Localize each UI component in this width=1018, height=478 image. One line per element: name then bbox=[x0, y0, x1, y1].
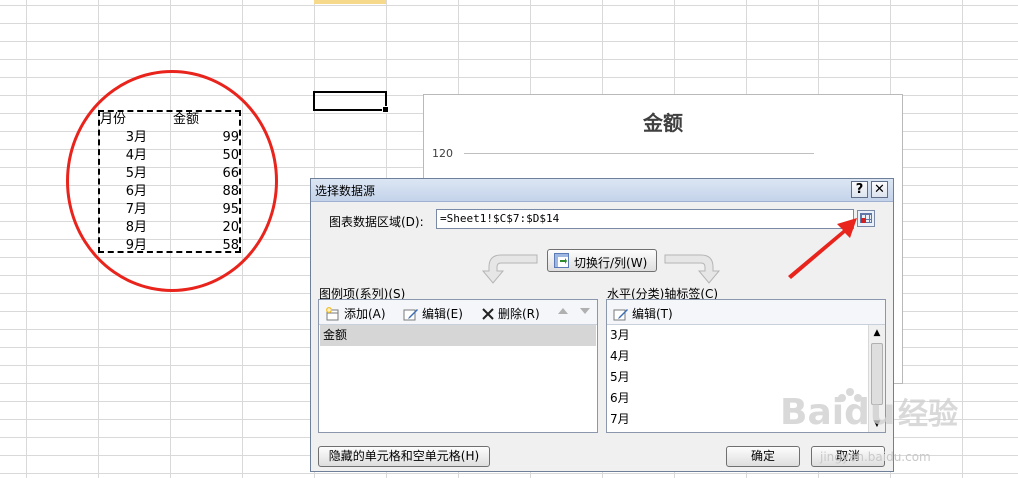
move-up-button[interactable] bbox=[557, 305, 569, 317]
edit-series-label: 编辑(E) bbox=[422, 307, 463, 321]
scroll-up-icon[interactable]: ▲ bbox=[869, 325, 885, 341]
active-cell[interactable] bbox=[313, 91, 389, 113]
edit-axis-labels-button[interactable]: 编辑(T) bbox=[613, 305, 673, 322]
fill-handle[interactable] bbox=[382, 106, 389, 113]
delete-series-label: 删除(R) bbox=[498, 307, 540, 321]
close-button[interactable]: ✕ bbox=[871, 181, 888, 198]
move-down-button[interactable] bbox=[579, 305, 591, 317]
active-column-header[interactable] bbox=[314, 0, 386, 4]
legend-toolbar: 添加(A) 编辑(E) 删除(R) bbox=[319, 300, 597, 325]
watermark-brand: Baidu bbox=[780, 392, 895, 433]
range-picker-marker-icon bbox=[861, 218, 866, 223]
watermark-url: jingyan.baidu.com bbox=[820, 450, 931, 464]
help-button[interactable]: ? bbox=[851, 181, 868, 198]
axis-toolbar: 编辑(T) bbox=[607, 300, 885, 325]
switch-row-column-icon bbox=[554, 253, 569, 268]
list-item[interactable]: 3月 bbox=[610, 325, 630, 346]
list-item[interactable]: 5月 bbox=[610, 367, 630, 388]
hidden-empty-cells-button[interactable]: 隐藏的单元格和空单元格(H) bbox=[318, 446, 490, 467]
edit-series-button[interactable]: 编辑(E) bbox=[403, 305, 463, 322]
legend-entries-panel: 添加(A) 编辑(E) 删除(R) 金额 bbox=[318, 299, 598, 433]
add-icon bbox=[326, 306, 339, 320]
delete-series-button[interactable]: 删除(R) bbox=[481, 305, 540, 322]
annotation-circle bbox=[66, 70, 278, 292]
move-down-icon bbox=[580, 308, 590, 314]
add-series-label: 添加(A) bbox=[344, 307, 386, 321]
chart-title[interactable]: 金额 bbox=[424, 107, 902, 136]
watermark-brand-cn: 经验 bbox=[898, 397, 958, 432]
list-item[interactable]: 7月 bbox=[610, 409, 630, 430]
collapse-dialog-button[interactable] bbox=[857, 210, 875, 227]
switch-row-column-button[interactable]: 切换行/列(W) bbox=[547, 249, 657, 272]
chart-data-range-input[interactable]: =Sheet1!$C$7:$D$14 bbox=[436, 209, 854, 229]
curved-arrow-left-icon bbox=[481, 254, 538, 284]
gridline bbox=[464, 153, 814, 154]
dialog-title-bar[interactable]: 选择数据源 ? ✕ bbox=[311, 179, 893, 202]
list-item[interactable]: 4月 bbox=[610, 346, 630, 367]
switch-row-column-label: 切换行/列(W) bbox=[574, 256, 648, 270]
edit-icon bbox=[403, 308, 418, 320]
list-item[interactable]: 6月 bbox=[610, 388, 630, 409]
edit-icon bbox=[613, 308, 628, 320]
delete-icon bbox=[482, 307, 494, 320]
dialog-title: 选择数据源 bbox=[315, 184, 376, 198]
series-list-item[interactable]: 金额 bbox=[320, 325, 596, 346]
edit-axis-labels-label: 编辑(T) bbox=[632, 307, 673, 321]
curved-arrow-right-icon bbox=[664, 254, 721, 284]
chart-data-range-label: 图表数据区域(D): bbox=[329, 215, 424, 229]
add-series-button[interactable]: 添加(A) bbox=[325, 305, 386, 322]
move-up-icon bbox=[558, 308, 568, 314]
y-axis-tick-label: 120 bbox=[432, 147, 453, 160]
